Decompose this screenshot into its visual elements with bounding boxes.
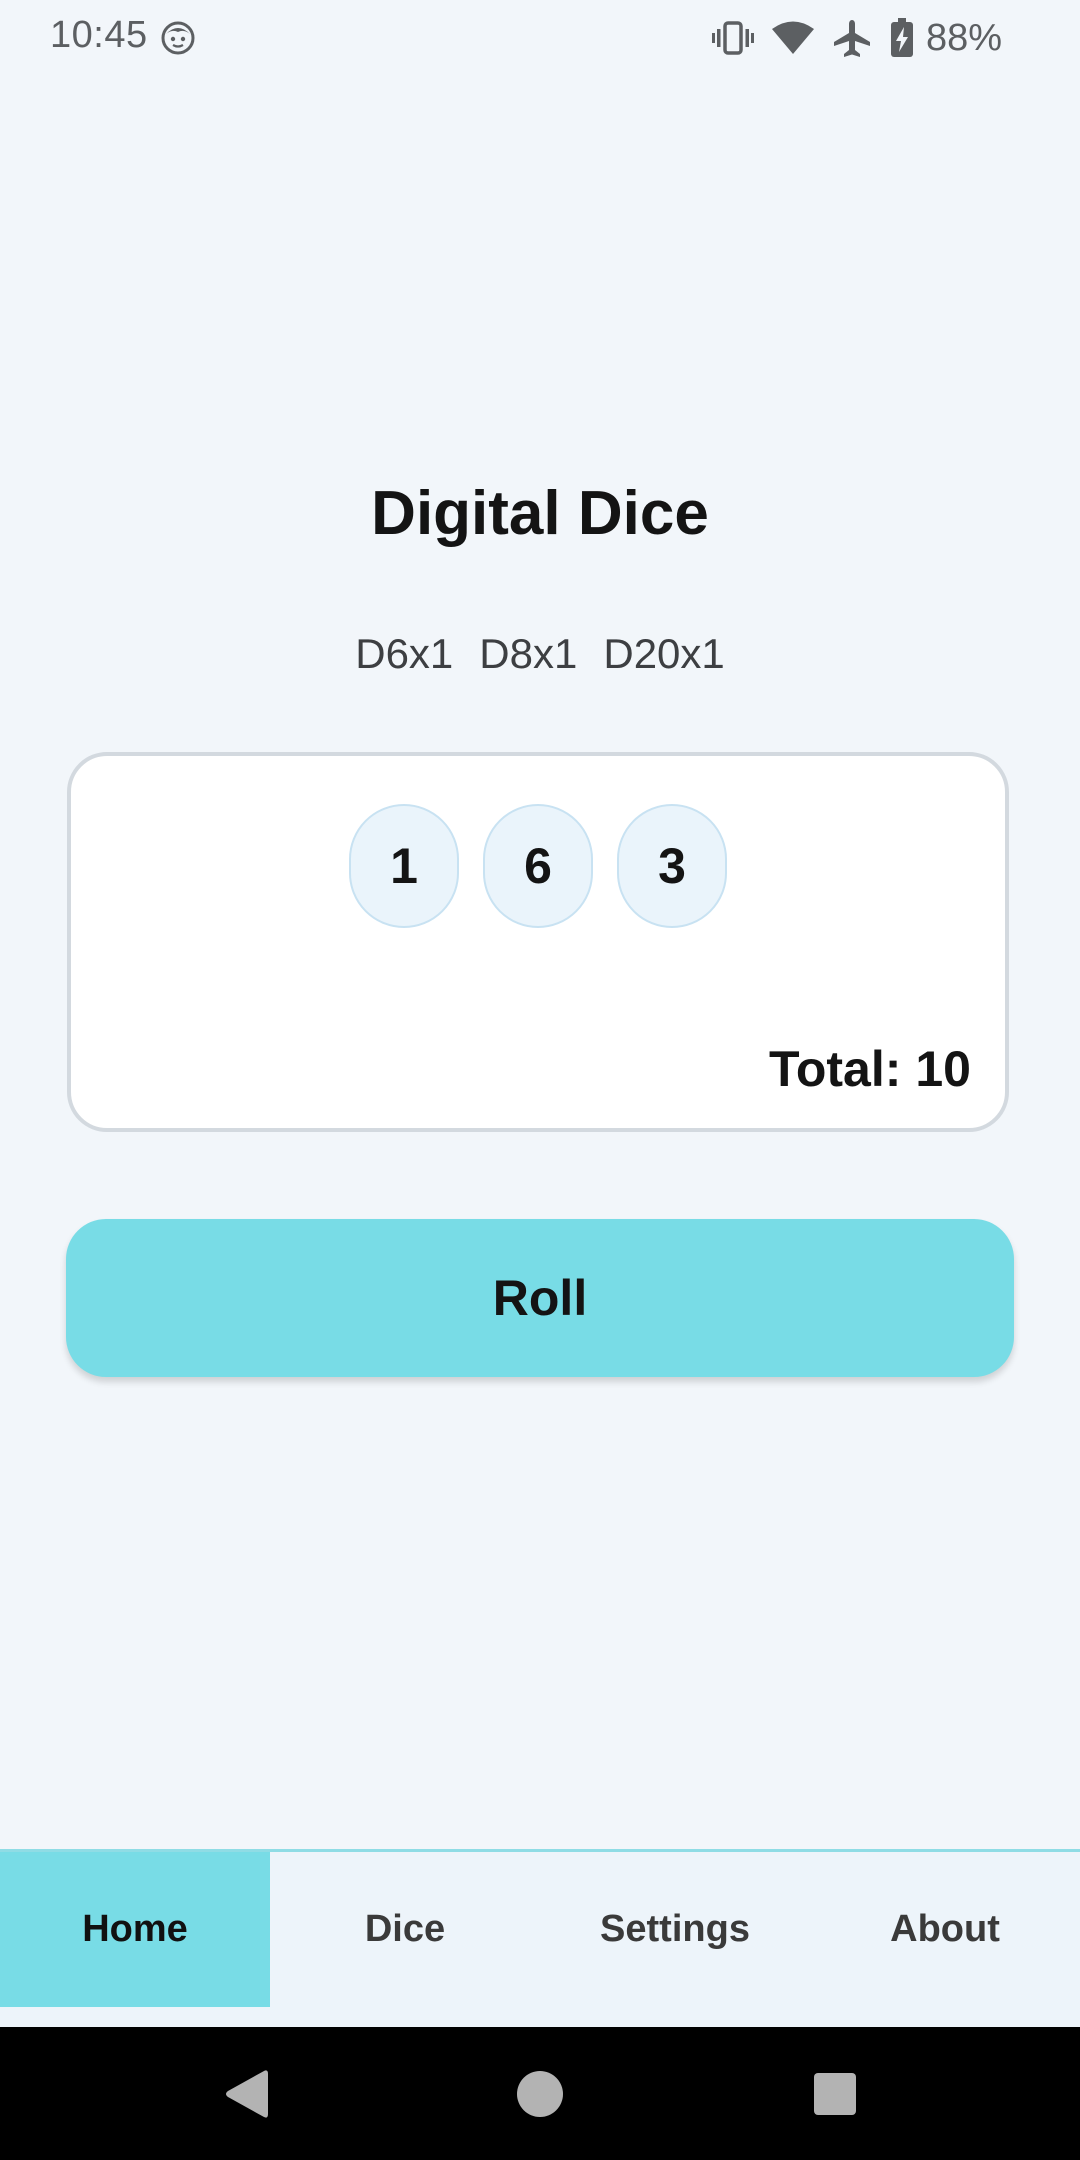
tab-dice[interactable]: Dice bbox=[270, 1852, 540, 2007]
tab-about[interactable]: About bbox=[810, 1852, 1080, 2007]
page-title: Digital Dice bbox=[371, 479, 709, 548]
tab-home[interactable]: Home bbox=[0, 1852, 270, 2007]
total: Total: 10 bbox=[769, 1040, 971, 1098]
bottom-tab-bar: Home Dice Settings About bbox=[0, 1849, 1080, 2030]
recents-icon[interactable] bbox=[800, 2059, 870, 2129]
die-result: 1 bbox=[349, 804, 459, 928]
tab-settings[interactable]: Settings bbox=[540, 1852, 810, 2007]
home-icon[interactable] bbox=[505, 2059, 575, 2129]
die-result: 3 bbox=[617, 804, 727, 928]
status-time: 10:45 bbox=[50, 14, 148, 56]
back-icon[interactable] bbox=[211, 2059, 281, 2129]
dice-config-item: D20x1 bbox=[603, 630, 725, 677]
battery-percent: 88% bbox=[925, 16, 1002, 59]
system-nav-bar bbox=[0, 2027, 1080, 2160]
roll-button[interactable]: Roll bbox=[66, 1219, 1014, 1377]
dice-config: D6x1 D8x1 D20x1 bbox=[0, 630, 1080, 678]
dice-results: 1 6 3 bbox=[71, 804, 1005, 928]
battery-charging-icon bbox=[890, 18, 914, 58]
vibrate-icon bbox=[711, 20, 754, 56]
dice-config-item: D8x1 bbox=[479, 630, 578, 677]
total-value: 10 bbox=[915, 1041, 971, 1097]
status-icons: 88% bbox=[711, 14, 1002, 62]
result-card: 1 6 3 Total: 10 bbox=[67, 752, 1009, 1132]
die-result: 6 bbox=[483, 804, 593, 928]
status-bar: 10:45 88% bbox=[0, 0, 1080, 80]
airplane-icon bbox=[832, 18, 872, 58]
total-label: Total: bbox=[769, 1041, 902, 1097]
wifi-icon bbox=[771, 21, 814, 55]
face-icon bbox=[160, 20, 196, 56]
dice-config-item: D6x1 bbox=[355, 630, 454, 677]
